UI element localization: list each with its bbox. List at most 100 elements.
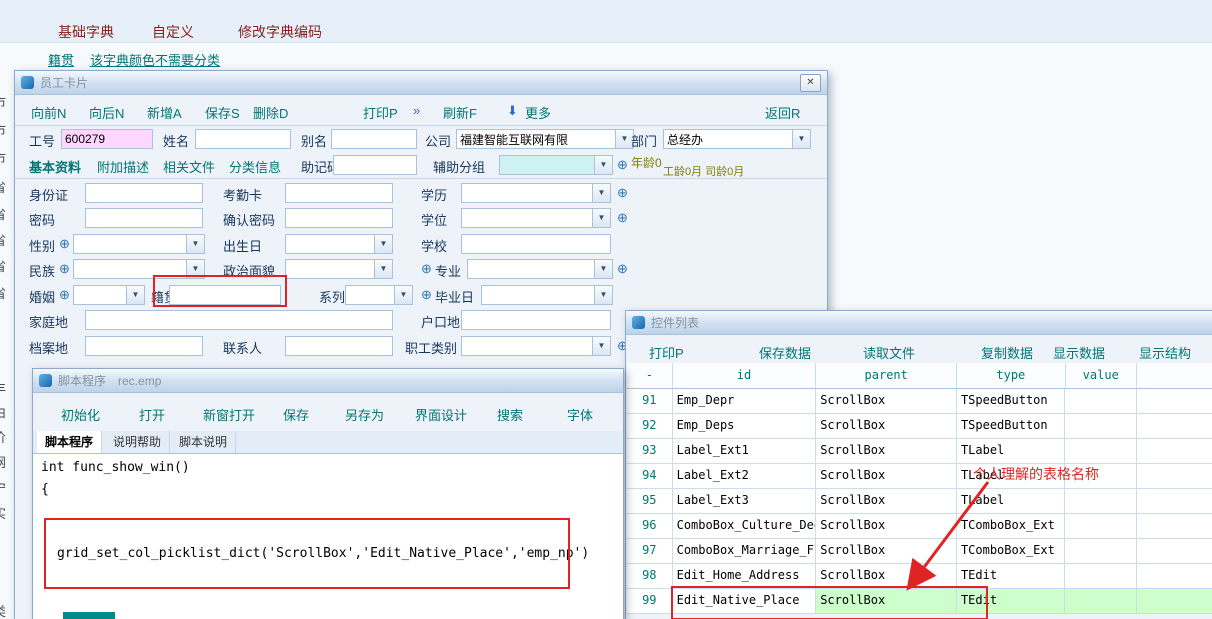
tab-classification[interactable]: 分类信息	[229, 157, 281, 176]
cell-parent[interactable]: ScrollBox	[816, 589, 957, 614]
graduation-date-picker[interactable]: ▼	[481, 285, 613, 305]
major-combo[interactable]: ▼	[467, 259, 613, 279]
cell-value[interactable]	[1065, 564, 1136, 589]
cell-value[interactable]	[1065, 539, 1136, 564]
tab-extra-desc[interactable]: 附加描述	[97, 157, 149, 176]
dept-combo[interactable]: 总经办 ▼	[663, 129, 811, 149]
birthday-date-picker[interactable]: ▼	[285, 234, 393, 254]
chevron-down-icon[interactable]: ▼	[592, 184, 610, 202]
id-card-input[interactable]	[85, 183, 203, 203]
plus-icon[interactable]: ⊕	[617, 261, 628, 277]
table-row[interactable]: 96 ComboBox_Culture_Degree ScrollBox TCo…	[627, 514, 1212, 539]
ui-design-button[interactable]: 界面设计	[415, 405, 467, 424]
marriage-combo[interactable]: ▼	[73, 285, 145, 305]
code-editor[interactable]: int func_show_win() { grid_set_col_pickl…	[33, 454, 623, 619]
chevron-down-icon[interactable]: ▼	[186, 260, 204, 278]
cell-num[interactable]: 95	[627, 489, 673, 514]
chevrons-icon[interactable]: »	[413, 103, 420, 118]
plus-icon[interactable]: ⊕	[421, 261, 432, 277]
open-button[interactable]: 打开	[139, 405, 165, 424]
next-button[interactable]: 向后N	[89, 103, 124, 122]
copy-data-button[interactable]: 复制数据	[981, 343, 1033, 362]
mnemonic-input[interactable]	[333, 155, 417, 175]
cell-type[interactable]: TSpeedButton	[957, 389, 1065, 414]
link-native-place[interactable]: 籍贯	[48, 50, 74, 69]
print-button[interactable]: 打印P	[363, 103, 398, 122]
employee-type-combo[interactable]: ▼	[461, 336, 611, 356]
plus-icon[interactable]: ⊕	[59, 261, 70, 277]
cell-type[interactable]: TComboBox_Ext	[957, 539, 1065, 564]
aux-group-combo[interactable]: ▼	[499, 155, 613, 175]
politics-combo[interactable]: ▼	[285, 259, 393, 279]
chevron-down-icon[interactable]: ▼	[592, 209, 610, 227]
col-header-value[interactable]: value	[1066, 363, 1137, 389]
series-combo[interactable]: ▼	[345, 285, 413, 305]
cell-num[interactable]: 91	[627, 389, 673, 414]
cell-value[interactable]	[1065, 439, 1136, 464]
table-row[interactable]: 97 ComboBox_Marriage_Flag ScrollBox TCom…	[627, 539, 1212, 564]
cell-id[interactable]: ComboBox_Culture_Degree	[673, 514, 817, 539]
cell-type[interactable]: TEdit	[957, 589, 1065, 614]
link-dict-color-note[interactable]: 该字典颜色不需要分类	[90, 50, 220, 69]
cell-parent[interactable]: ScrollBox	[816, 489, 957, 514]
tab-basic-info[interactable]: 基本资料	[29, 157, 81, 176]
cell-type[interactable]: TComboBox_Ext	[957, 514, 1065, 539]
cell-num[interactable]: 97	[627, 539, 673, 564]
cell-num[interactable]: 98	[627, 564, 673, 589]
cell-num[interactable]: 94	[627, 464, 673, 489]
plus-icon[interactable]: ⊕	[59, 287, 70, 303]
script-titlebar[interactable]: 脚本程序 rec.emp	[33, 369, 623, 393]
show-data-button[interactable]: 显示数据	[1053, 343, 1105, 362]
open-new-window-button[interactable]: 新窗打开	[203, 405, 255, 424]
show-structure-button[interactable]: 显示结构	[1139, 343, 1191, 362]
table-row[interactable]: 94 Label_Ext2 ScrollBox TLabel	[627, 464, 1212, 489]
calendar-dropdown-icon[interactable]: ▼	[594, 286, 612, 304]
cell-id[interactable]: Emp_Depr	[673, 389, 817, 414]
plus-icon[interactable]: ⊕	[617, 185, 628, 201]
employee-card-titlebar[interactable]: 员工卡片 ✕	[15, 71, 827, 95]
cell-id[interactable]: Emp_Deps	[673, 414, 817, 439]
tab-script-desc[interactable]: 脚本说明	[171, 431, 236, 453]
education-combo[interactable]: ▼	[461, 183, 611, 203]
back-button[interactable]: 返回R	[765, 103, 800, 122]
chevron-down-icon[interactable]: ▼	[594, 156, 612, 174]
home-address-input[interactable]	[85, 310, 393, 330]
col-header-type[interactable]: type	[957, 363, 1065, 389]
tab-modify-dict-code[interactable]: 修改字典编码	[238, 22, 322, 42]
tab-script[interactable]: 脚本程序	[37, 431, 102, 453]
tab-custom[interactable]: 自定义	[152, 22, 194, 42]
close-icon[interactable]: ✕	[800, 74, 821, 92]
calendar-dropdown-icon[interactable]: ▼	[374, 235, 392, 253]
save-button[interactable]: 保存S	[205, 103, 240, 122]
cell-id[interactable]: Label_Ext1	[673, 439, 817, 464]
cell-num[interactable]: 96	[627, 514, 673, 539]
tab-related-files[interactable]: 相关文件	[163, 157, 215, 176]
font-button[interactable]: 字体	[567, 405, 593, 424]
cell-value[interactable]	[1065, 589, 1136, 614]
table-row[interactable]: 93 Label_Ext1 ScrollBox TLabel	[627, 439, 1212, 464]
attendance-card-input[interactable]	[285, 183, 393, 203]
chevron-down-icon[interactable]: ▼	[186, 235, 204, 253]
cell-parent[interactable]: ScrollBox	[816, 464, 957, 489]
cell-parent[interactable]: ScrollBox	[816, 439, 957, 464]
table-row[interactable]: 95 Label_Ext3 ScrollBox TLabel	[627, 489, 1212, 514]
chevron-down-icon[interactable]: ▼	[592, 337, 610, 355]
add-button[interactable]: 新增A	[147, 103, 182, 122]
cell-num[interactable]: 93	[627, 439, 673, 464]
cell-parent[interactable]: ScrollBox	[816, 389, 957, 414]
cell-num[interactable]: 99	[627, 589, 673, 614]
cell-value[interactable]	[1065, 489, 1136, 514]
save-as-button[interactable]: 另存为	[345, 405, 384, 424]
more-button[interactable]: 更多	[525, 103, 551, 122]
company-combo[interactable]: 福建智能互联网有限 ▼	[456, 129, 634, 149]
cell-parent[interactable]: ScrollBox	[816, 414, 957, 439]
control-list-titlebar[interactable]: 控件列表	[626, 311, 1212, 335]
alias-input[interactable]	[331, 129, 417, 149]
col-header-parent[interactable]: parent	[816, 363, 957, 389]
plus-icon[interactable]: ⊕	[617, 157, 628, 173]
cell-type[interactable]: TLabel	[957, 439, 1065, 464]
plus-icon[interactable]: ⊕	[421, 287, 432, 303]
emp-no-input[interactable]: 600279	[61, 129, 153, 149]
cell-type[interactable]: TEdit	[957, 564, 1065, 589]
chevron-down-icon[interactable]: ▼	[792, 130, 810, 148]
